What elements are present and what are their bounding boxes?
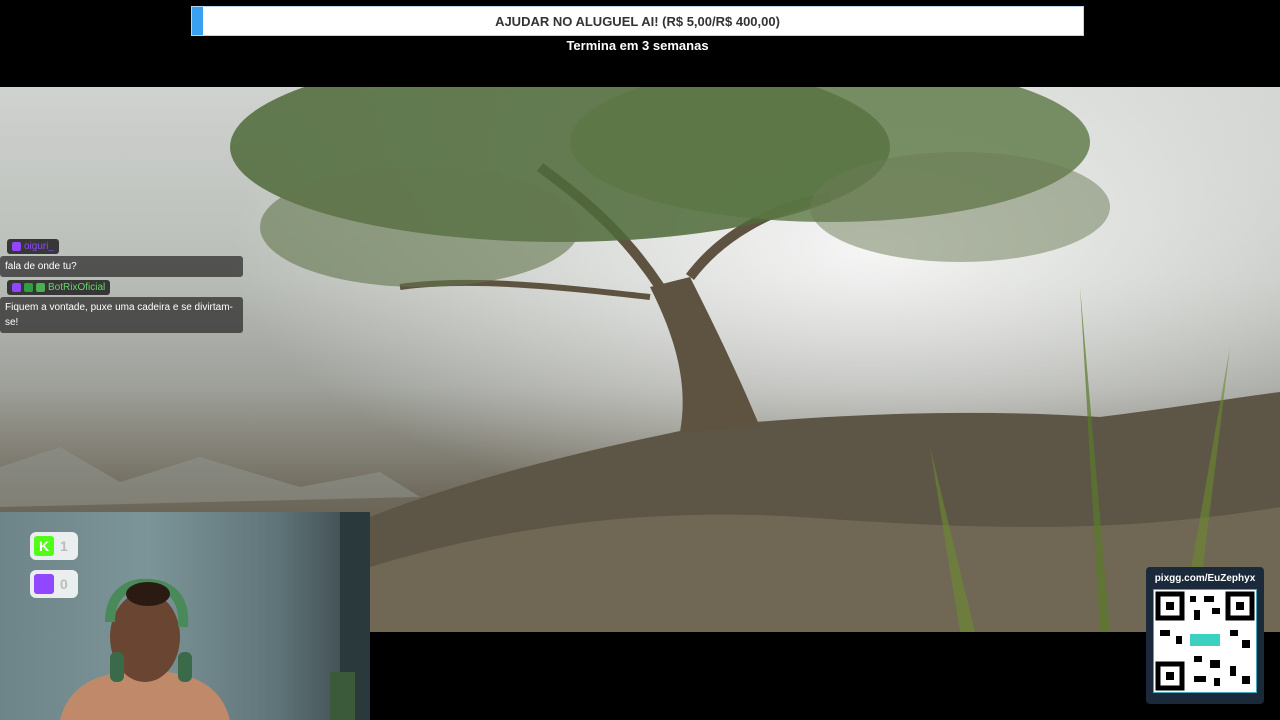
twitch-icon — [34, 574, 54, 594]
chat-message: BotRixOficial Fiquem a vontade, puxe uma… — [0, 279, 243, 333]
chat-text: Fiquem a vontade, puxe uma cadeira e se … — [0, 297, 243, 333]
kick-icon: K — [34, 536, 54, 556]
kick-count: 1 — [60, 538, 68, 554]
chat-text: fala de onde tu? — [0, 256, 243, 277]
goal-progress-fill — [192, 7, 204, 35]
goal-subtitle: Termina em 3 semanas — [566, 38, 709, 53]
chat-username-tag: BotRixOficial — [7, 280, 111, 295]
donation-goal-bar: AJUDAR NO ALUGUEL AI! (R$ 5,00/R$ 400,00… — [191, 6, 1084, 36]
chat-overlay: oiguri_ fala de onde tu? BotRixOficial F… — [0, 238, 243, 335]
goal-title: AJUDAR NO ALUGUEL AI! (R$ 5,00/R$ 400,00… — [495, 13, 780, 29]
verified-badge-icon — [24, 283, 33, 292]
chat-message: oiguri_ fala de onde tu? — [0, 238, 243, 277]
kick-follower-badge: K 1 — [30, 532, 78, 560]
twitch-badge-icon — [12, 242, 21, 251]
pix-url: pixgg.com/EuZephyx — [1154, 573, 1256, 584]
chat-username-tag: oiguri_ — [7, 239, 60, 254]
webcam-feed: K 1 0 — [0, 512, 370, 720]
chat-username: oiguri_ — [24, 241, 55, 252]
twitch-follower-badge: 0 — [30, 570, 78, 598]
bot-badge-icon — [36, 283, 45, 292]
pix-donation-panel: pixgg.com/EuZephyx — [1146, 567, 1264, 704]
qr-code-icon — [1153, 589, 1257, 693]
chat-username: BotRixOficial — [48, 282, 106, 293]
twitch-count: 0 — [60, 576, 68, 592]
twitch-badge-icon — [12, 283, 21, 292]
